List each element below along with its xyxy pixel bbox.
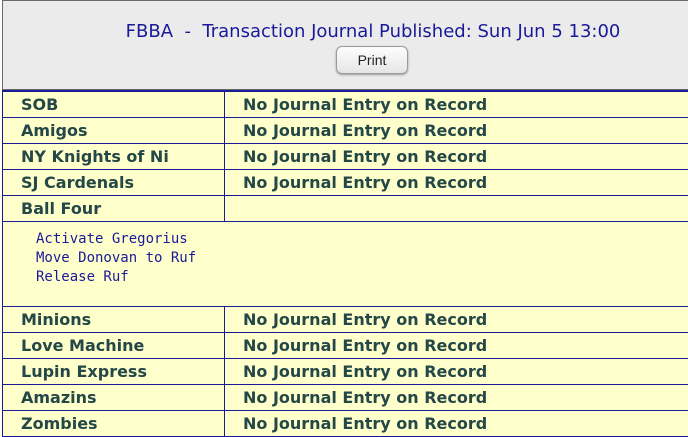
journal-entry: No Journal Entry on Record: [243, 336, 488, 355]
transaction-line: Move Donovan to Ruf: [36, 250, 197, 266]
journal-entry: No Journal Entry on Record: [243, 362, 488, 381]
journal-table: SOB No Journal Entry on Record Amigos No…: [2, 90, 688, 437]
journal-entry: No Journal Entry on Record: [243, 414, 488, 433]
team-name: Love Machine: [3, 333, 225, 358]
table-row: Amigos No Journal Entry on Record: [3, 117, 688, 143]
journal-entry: No Journal Entry on Record: [243, 388, 488, 407]
journal-entry: No Journal Entry on Record: [243, 121, 488, 140]
table-row: Ball Four: [3, 195, 688, 221]
team-name: NY Knights of Ni: [3, 144, 225, 169]
table-row: Zombies No Journal Entry on Record: [3, 410, 688, 436]
team-name: Amazins: [3, 385, 225, 410]
team-name: Ball Four: [3, 196, 225, 221]
page-title: FBBA - Transaction Journal Published: Su…: [125, 21, 621, 42]
journal-entry: [225, 196, 688, 221]
team-name: Amigos: [3, 118, 225, 143]
journal-header: FBBA - Transaction Journal Published: Su…: [2, 0, 688, 90]
journal-entry: No Journal Entry on Record: [243, 95, 488, 114]
table-row: NY Knights of Ni No Journal Entry on Rec…: [3, 143, 688, 169]
team-name: SOB: [3, 92, 225, 117]
team-name: Zombies: [3, 411, 225, 436]
journal-page: FBBA - Transaction Journal Published: Su…: [2, 0, 688, 437]
print-button[interactable]: Print: [336, 46, 408, 74]
transaction-details: Activate Gregorius Move Donovan to Ruf R…: [3, 221, 688, 306]
table-row: SOB No Journal Entry on Record: [3, 90, 688, 117]
transaction-line: Release Ruf: [36, 269, 129, 285]
table-row: Amazins No Journal Entry on Record: [3, 384, 688, 410]
table-row: Love Machine No Journal Entry on Record: [3, 332, 688, 358]
team-name: Minions: [3, 307, 225, 332]
team-name: SJ Cardenals: [3, 170, 225, 195]
transaction-line: Activate Gregorius: [36, 231, 188, 247]
team-name: Lupin Express: [3, 359, 225, 384]
table-row: SJ Cardenals No Journal Entry on Record: [3, 169, 688, 195]
journal-entry: No Journal Entry on Record: [243, 310, 488, 329]
table-row: Minions No Journal Entry on Record: [3, 306, 688, 332]
journal-entry: No Journal Entry on Record: [243, 173, 488, 192]
table-row: Lupin Express No Journal Entry on Record: [3, 358, 688, 384]
journal-entry: No Journal Entry on Record: [243, 147, 488, 166]
